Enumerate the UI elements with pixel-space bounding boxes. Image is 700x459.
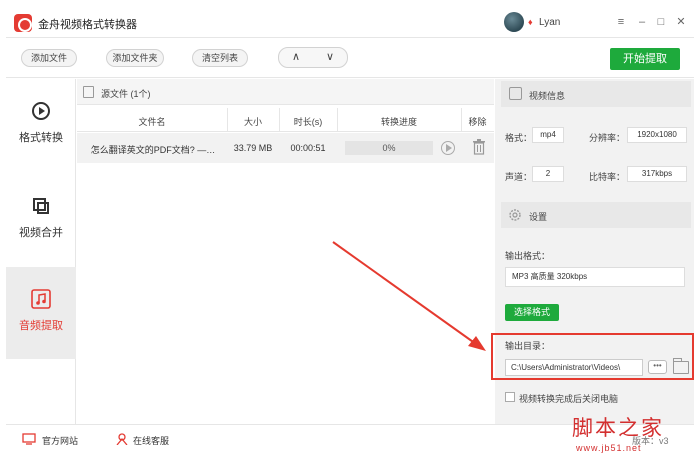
add-file-button[interactable]: 添加文件 xyxy=(21,49,77,67)
website-link[interactable]: 官方网站 xyxy=(42,434,78,447)
settings-title: 设置 xyxy=(529,212,548,222)
shutdown-checkbox[interactable] xyxy=(505,392,515,402)
sidebar-item-label: 格式转换 xyxy=(19,132,63,144)
file-name: 怎么翻译英文的PDF文档? —… xyxy=(90,145,216,155)
clear-list-button[interactable]: 清空列表 xyxy=(192,49,248,67)
vip-icon: ♦ xyxy=(528,17,533,27)
column-header-progress: 转换进度 xyxy=(380,117,417,127)
sidebar-item-label: 音频提取 xyxy=(19,320,63,332)
app-title: 金舟视频格式转换器 xyxy=(38,19,137,31)
column-header-remove: 移除 xyxy=(468,117,487,127)
output-format-label: 输出格式： xyxy=(505,251,551,261)
monitor-icon xyxy=(22,433,36,445)
channel-value: 2 xyxy=(532,166,564,182)
sidebar-item-video-merge[interactable]: 视频合并 xyxy=(6,174,76,266)
toolbar: 添加文件 添加文件夹 清空列表 ∧ ∨ 开始提取 xyxy=(6,38,694,78)
shutdown-label: 视频转换完成后关闭电脑 xyxy=(519,394,619,404)
sidebar-item-format-convert[interactable]: 格式转换 xyxy=(6,79,76,171)
trash-icon[interactable] xyxy=(473,139,485,155)
file-duration: 00:00:51 xyxy=(290,143,326,153)
maximize-button[interactable]: □ xyxy=(653,14,669,30)
resolution-label: 分辨率： xyxy=(589,133,626,143)
add-folder-button[interactable]: 添加文件夹 xyxy=(106,49,164,67)
resolution-value: 1920x1080 xyxy=(627,127,687,143)
avatar[interactable] xyxy=(504,12,524,32)
sidebar-item-audio-extract[interactable]: 音频提取 xyxy=(6,267,76,359)
bitrate-value: 317kbps xyxy=(627,166,687,182)
bitrate-label: 比特率： xyxy=(589,172,626,182)
move-down-button[interactable]: ∨ xyxy=(313,48,347,67)
source-title: 源文件 (1个) xyxy=(101,89,151,99)
play-icon[interactable] xyxy=(441,141,455,155)
output-dir-highlight xyxy=(491,333,694,380)
source-header: 源文件 (1个) xyxy=(77,79,494,105)
play-circle-icon xyxy=(32,102,50,120)
support-link[interactable]: 在线客服 xyxy=(133,434,169,447)
gear-icon xyxy=(509,209,521,221)
title-bar: 金舟视频格式转换器 ♦ Lyan ≡ – □ ✕ xyxy=(6,8,694,38)
watermark: 脚本之家 www.jb51.net xyxy=(570,412,695,456)
file-list-panel: 源文件 (1个) 文件名 大小 时长(s) 转换进度 移除 怎么翻译英文的PDF… xyxy=(77,79,494,424)
file-size: 33.79 MB xyxy=(233,143,273,153)
watermark-url: www.jb51.net xyxy=(576,443,642,453)
video-info-title: 视频信息 xyxy=(529,91,566,101)
video-info-header: 视频信息 xyxy=(501,81,691,107)
app-logo-icon xyxy=(14,14,32,32)
music-note-icon xyxy=(31,289,51,309)
convert-progress: 0% xyxy=(345,141,433,155)
watermark-text: 脚本之家 xyxy=(572,416,664,440)
close-button[interactable]: ✕ xyxy=(673,14,689,30)
sidebar-item-label: 视频合并 xyxy=(19,227,63,239)
menu-icon[interactable]: ≡ xyxy=(613,14,629,30)
settings-header: 设置 xyxy=(501,202,691,228)
video-info-icon xyxy=(509,87,522,100)
move-up-button[interactable]: ∧ xyxy=(279,48,313,67)
column-header-duration: 时长(s) xyxy=(293,117,323,127)
output-format-field[interactable]: MP3 高质量 320kbps xyxy=(505,267,685,287)
start-extract-button[interactable]: 开始提取 xyxy=(610,48,680,70)
user-name[interactable]: Lyan xyxy=(539,17,560,28)
sidebar: 格式转换 视频合并 音频提取 xyxy=(6,79,76,424)
support-icon xyxy=(116,433,128,445)
column-header-name: 文件名 xyxy=(138,117,166,127)
format-label: 格式： xyxy=(505,133,533,143)
minimize-button[interactable]: – xyxy=(634,14,650,30)
channel-label: 声道： xyxy=(505,172,533,182)
move-button-group: ∧ ∨ xyxy=(278,47,348,68)
column-header-size: 大小 xyxy=(243,117,262,127)
table-row[interactable]: 怎么翻译英文的PDF文档? —… 33.79 MB 00:00:51 0% xyxy=(77,133,494,163)
table-header: 文件名 大小 时长(s) 转换进度 移除 xyxy=(77,108,494,132)
merge-icon xyxy=(33,198,49,214)
format-value: mp4 xyxy=(532,127,564,143)
document-icon xyxy=(83,86,94,98)
select-format-button[interactable]: 选择格式 xyxy=(505,304,559,321)
